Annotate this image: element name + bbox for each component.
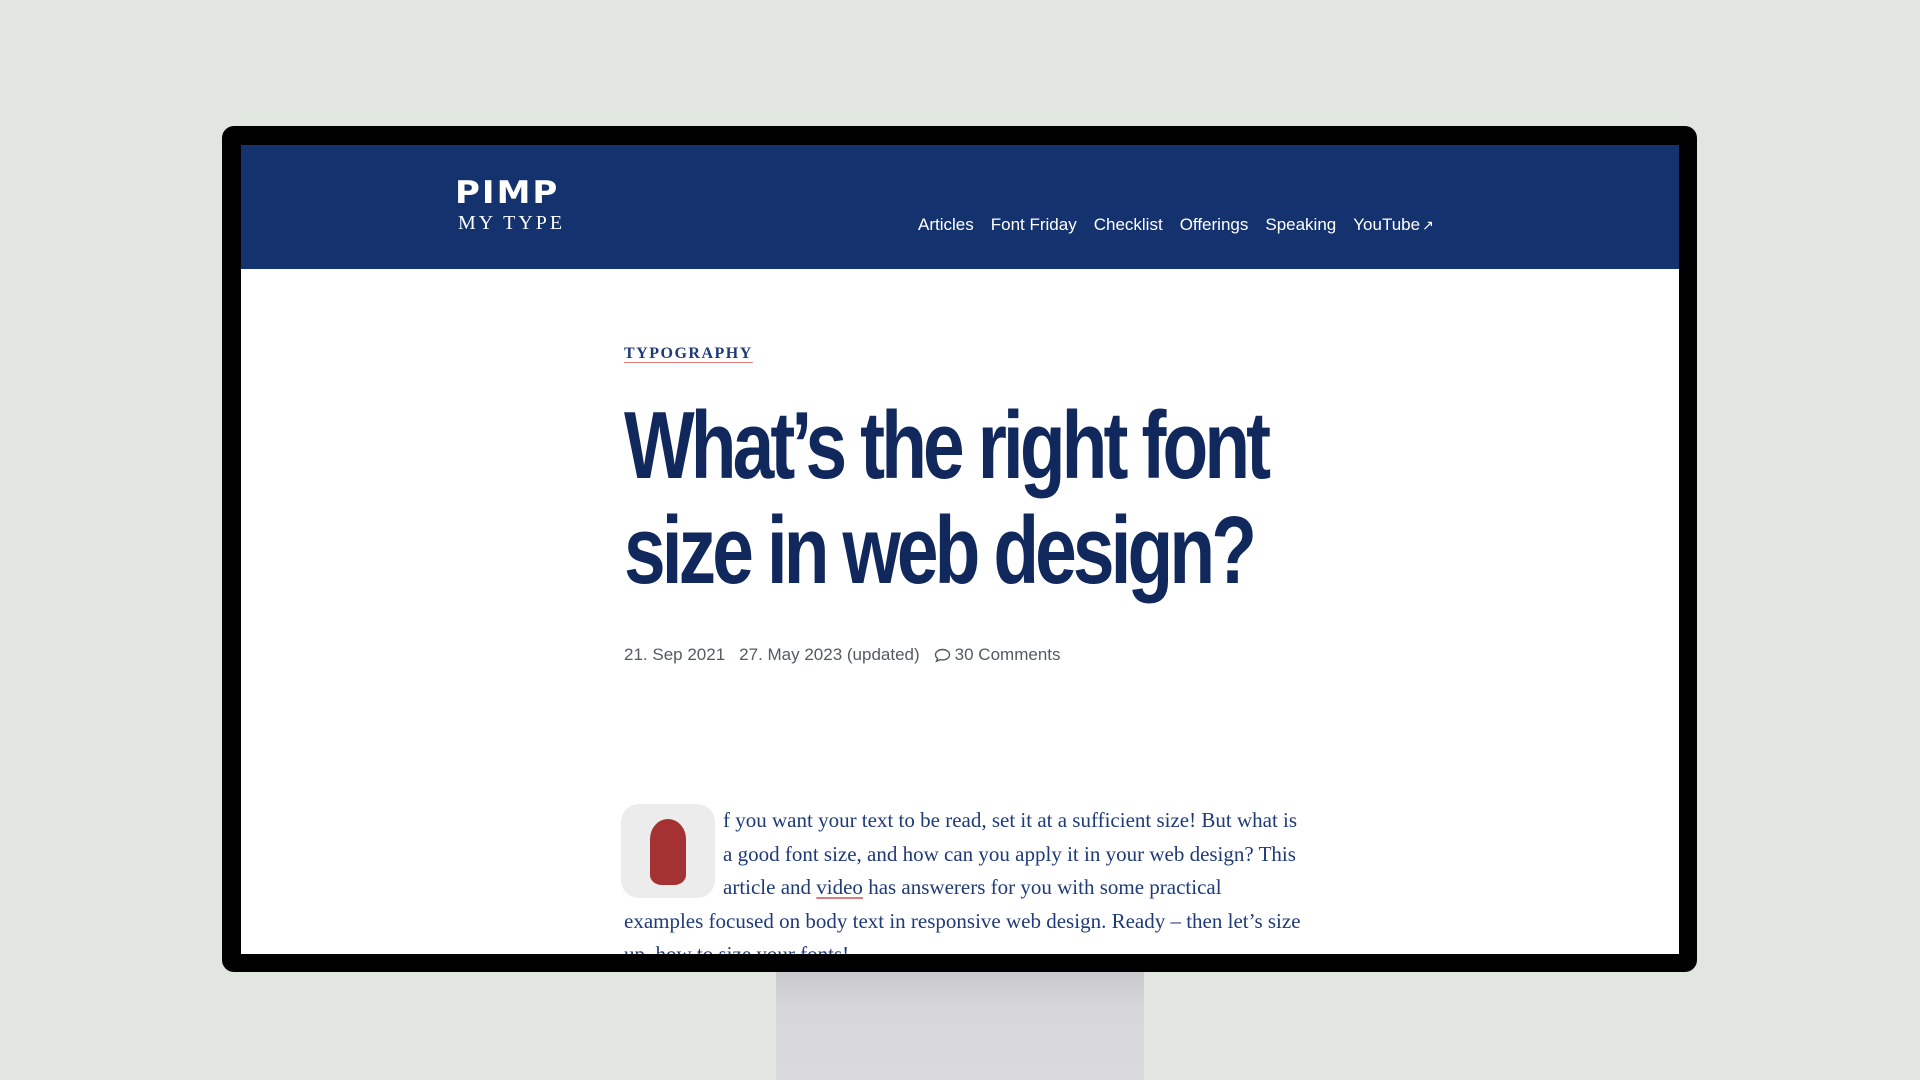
video-link[interactable]: video <box>816 875 863 899</box>
comments-count: 30 Comments <box>954 645 1061 664</box>
logo-wordmark: PIMP <box>455 174 560 212</box>
title-line-1: What’s the right font <box>624 392 1271 499</box>
title-line-2: size in web design? <box>624 497 1257 604</box>
updated-date: 27. May 2023 (updated) <box>739 645 920 664</box>
logo-subtitle: MY TYPE <box>458 212 566 234</box>
nav-youtube-label: YouTube <box>1353 215 1421 234</box>
nav-font-friday[interactable]: Font Friday <box>991 215 1077 235</box>
article-meta: 21. Sep 2021 27. May 2023 (updated) 30 C… <box>624 645 1061 665</box>
article-intro: f you want your text to be read, set it … <box>621 804 1304 954</box>
published-date: 21. Sep 2021 <box>624 645 726 664</box>
site-header: PIMP MY TYPE Articles Font Friday Checkl… <box>241 145 1679 269</box>
external-link-icon: ↗ <box>1422 217 1434 233</box>
nav-checklist[interactable]: Checklist <box>1094 215 1163 235</box>
comment-icon <box>934 648 950 663</box>
nav-articles[interactable]: Articles <box>918 215 974 235</box>
dropcap-letter-i <box>650 819 686 885</box>
article-title: What’s the right font size in web design… <box>624 393 1271 603</box>
monitor-frame: PIMP MY TYPE Articles Font Friday Checkl… <box>222 126 1697 972</box>
nav-youtube[interactable]: YouTube ↗ <box>1353 215 1434 235</box>
monitor-stand <box>776 960 1144 1080</box>
dropcap <box>621 804 715 898</box>
comments-link[interactable]: 30 Comments <box>934 645 1061 665</box>
browser-viewport: PIMP MY TYPE Articles Font Friday Checkl… <box>241 145 1679 954</box>
nav-speaking[interactable]: Speaking <box>1265 215 1336 235</box>
site-logo[interactable]: PIMP MY TYPE <box>455 174 605 235</box>
category-link[interactable]: TYPOGRAPHY <box>624 345 753 363</box>
main-nav: Articles Font Friday Checklist Offerings… <box>918 215 1434 235</box>
nav-offerings[interactable]: Offerings <box>1180 215 1249 235</box>
